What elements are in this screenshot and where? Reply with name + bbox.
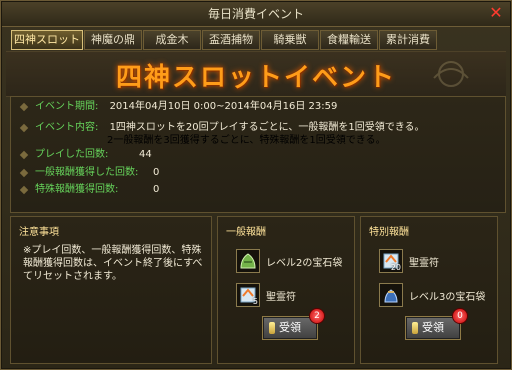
tab-mount[interactable]: 騎乗獣 [261, 30, 319, 50]
window-title: 毎日消費イベント [207, 7, 304, 21]
notice-text: ※プレイ回数、一般報酬獲得回数、特殊報酬獲得回数は、イベント終了後にすべてリセッ… [23, 245, 203, 282]
banner-title: 四神スロットイベント [115, 63, 396, 93]
tab-cumulative-spend[interactable]: 累計消費 [379, 30, 437, 50]
bullet-icon [19, 123, 29, 133]
period-value: 2014年04月10日 0:00~2014年04月16日 23:59 [109, 101, 338, 112]
tab-four-gods-slot[interactable]: 四神スロット [11, 30, 83, 50]
normal-reward-item-2-name: 聖霊符 [266, 292, 296, 303]
normal-reward-claim-label: 受領 [279, 321, 301, 334]
notice-title: 注意事項 [19, 227, 59, 238]
title-bar: 毎日消費イベント ✕ [2, 2, 510, 27]
period-row: イベント期間: 2014年04月10日 0:00~2014年04月16日 23:… [35, 101, 337, 113]
gem-bag-icon[interactable] [236, 249, 260, 273]
special-reward-badge: 0 [453, 309, 467, 323]
bullet-icon [19, 168, 29, 178]
bullet-icon [19, 150, 29, 160]
talisman-icon[interactable]: 5 [236, 283, 260, 307]
played-value: 44 [139, 149, 152, 160]
talisman-icon[interactable]: 20 [379, 249, 403, 273]
special-reward-item-2-name: レベル3の宝石袋 [409, 292, 486, 303]
button-accent-icon [412, 322, 418, 334]
content-line1: 1四神スロットを20回プレイするごとに、一般報酬を1回受領できる。 [109, 122, 425, 133]
content-row: イベント内容: 1四神スロットを20回プレイするごとに、一般報酬を1回受領できる… [35, 122, 425, 134]
event-window: 毎日消費イベント ✕ 四神スロット 神魔の鼎 成金木 盃酒捕物 騎乗獣 食糧輸送… [0, 0, 512, 370]
tab-shinma-cauldron[interactable]: 神魔の鼎 [84, 30, 142, 50]
special-claimed-label: 特殊報酬獲得回数: [35, 184, 119, 195]
tab-money-tree[interactable]: 成金木 [143, 30, 201, 50]
normal-claimed-row: 一般報酬獲得した回数: 0 [35, 167, 159, 179]
tab-sake-catch[interactable]: 盃酒捕物 [202, 30, 260, 50]
normal-reward-title: 一般報酬 [226, 227, 266, 238]
event-banner: 四神スロットイベント [6, 51, 506, 97]
special-reward-panel: 特別報酬 20 聖霊符 レベル3の宝石袋 受領 0 [360, 216, 498, 364]
special-reward-item-1-qty: 20 [390, 263, 401, 272]
content-label: イベント内容: [35, 122, 99, 133]
bullet-icon [19, 102, 29, 112]
normal-reward-claim-button[interactable]: 受領 [262, 316, 318, 340]
played-label: プレイした回数: [35, 149, 109, 160]
period-label: イベント期間: [35, 101, 99, 112]
special-reward-item-1-name: 聖霊符 [409, 258, 439, 269]
normal-reward-panel: 一般報酬 レベル2の宝石袋 5 聖霊符 受領 2 [217, 216, 355, 364]
close-icon[interactable]: ✕ [488, 5, 504, 21]
content-line2: 2一般報酬を3回獲得するごとに、特殊報酬を1回受領できる。 [107, 135, 386, 146]
special-claimed-row: 特殊報酬獲得回数: 0 [35, 184, 159, 196]
normal-reward-badge: 2 [310, 309, 324, 323]
normal-claimed-value: 0 [153, 167, 160, 178]
tab-food-transport[interactable]: 食糧輸送 [320, 30, 378, 50]
normal-claimed-label: 一般報酬獲得した回数: [35, 167, 139, 178]
special-reward-title: 特別報酬 [369, 227, 409, 238]
normal-reward-item-2-qty: 5 [252, 297, 258, 306]
event-info-panel: イベント期間: 2014年04月10日 0:00~2014年04月16日 23:… [10, 96, 506, 213]
special-reward-claim-button[interactable]: 受領 [405, 316, 461, 340]
bullet-icon [19, 185, 29, 195]
special-reward-claim-label: 受領 [422, 321, 444, 334]
gem-bag-icon[interactable] [379, 283, 403, 307]
played-row: プレイした回数: 44 [35, 149, 152, 161]
normal-reward-item-1-name: レベル2の宝石袋 [266, 258, 343, 269]
notice-panel: 注意事項 ※プレイ回数、一般報酬獲得回数、特殊報酬獲得回数は、イベント終了後にす… [10, 216, 212, 364]
button-accent-icon [269, 322, 275, 334]
special-claimed-value: 0 [153, 184, 160, 195]
